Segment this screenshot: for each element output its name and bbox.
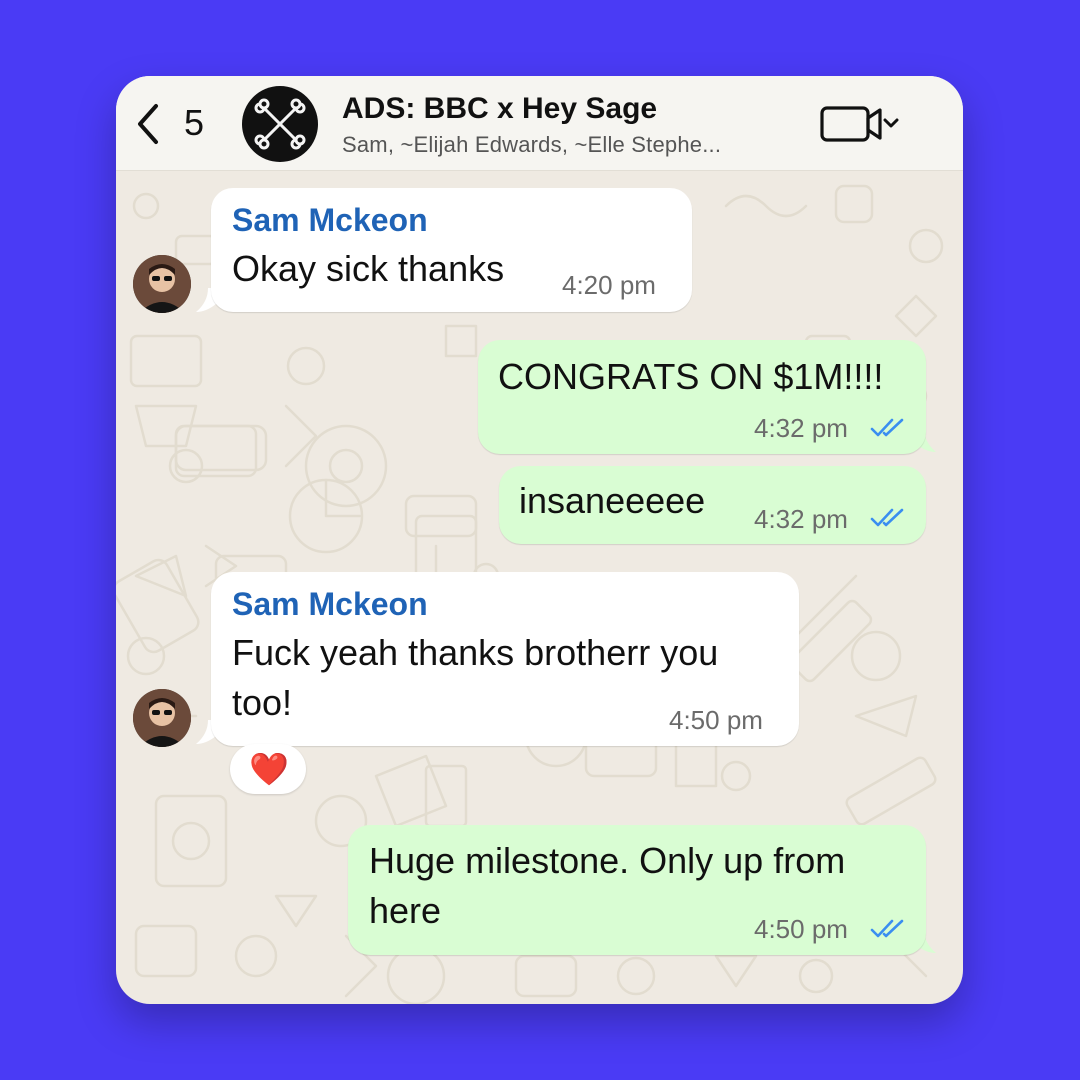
message-bubble[interactable]: Sam Mckeon Fuck yeah thanks brotherr you… [211,572,799,746]
message-bubble[interactable]: insaneeeee 4:32 pm [499,466,926,544]
chat-header: 5 ADS: BBC x Hey Sage Sam, ~Elijah Edwar… [116,76,963,171]
message-text: Okay sick thanks [232,248,505,289]
unread-count[interactable]: 5 [184,102,204,144]
message-reaction[interactable]: ❤️ [230,744,306,794]
sender-avatar[interactable] [133,689,191,747]
message-text: CONGRATS ON $1M!!!! [498,356,884,397]
message-time: 4:32 pm [754,413,848,443]
message-time: 4:32 pm [754,504,848,534]
group-title[interactable]: ADS: BBC x Hey Sage [342,92,657,126]
message-text-line-1: Fuck yeah thanks brotherr you [232,632,719,673]
sender-name[interactable]: Sam Mckeon [232,586,428,623]
message-time: 4:20 pm [562,270,656,300]
double-check-icon [870,919,904,938]
chevron-down-icon [883,118,899,128]
sender-avatar[interactable] [133,255,191,313]
message-time: 4:50 pm [754,914,848,944]
chat-window: 5 ADS: BBC x Hey Sage Sam, ~Elijah Edwar… [116,76,963,1004]
message-text-line-2: here [369,890,442,931]
sender-name[interactable]: Sam Mckeon [232,202,428,239]
message-bubble[interactable]: CONGRATS ON $1M!!!! 4:32 pm [478,340,926,454]
group-avatar[interactable] [242,86,318,162]
message-text-line-1: Huge milestone. Only up from [369,840,846,881]
double-check-icon [870,508,904,527]
message-bubble[interactable]: Sam Mckeon Okay sick thanks 4:20 pm [211,188,692,312]
message-text: insaneeeee [519,480,706,521]
heart-icon: ❤️ [249,751,289,787]
group-members[interactable]: Sam, ~Elijah Edwards, ~Elle Stephe... [342,132,721,158]
double-check-icon [870,418,904,437]
message-bubble[interactable]: Huge milestone. Only up from here 4:50 p… [348,825,926,955]
video-call-icon[interactable] [818,102,908,146]
crossed-bones-icon [254,98,306,150]
message-time: 4:50 pm [669,705,763,735]
message-text-line-2: too! [232,682,293,723]
back-chevron-icon[interactable] [136,102,160,146]
